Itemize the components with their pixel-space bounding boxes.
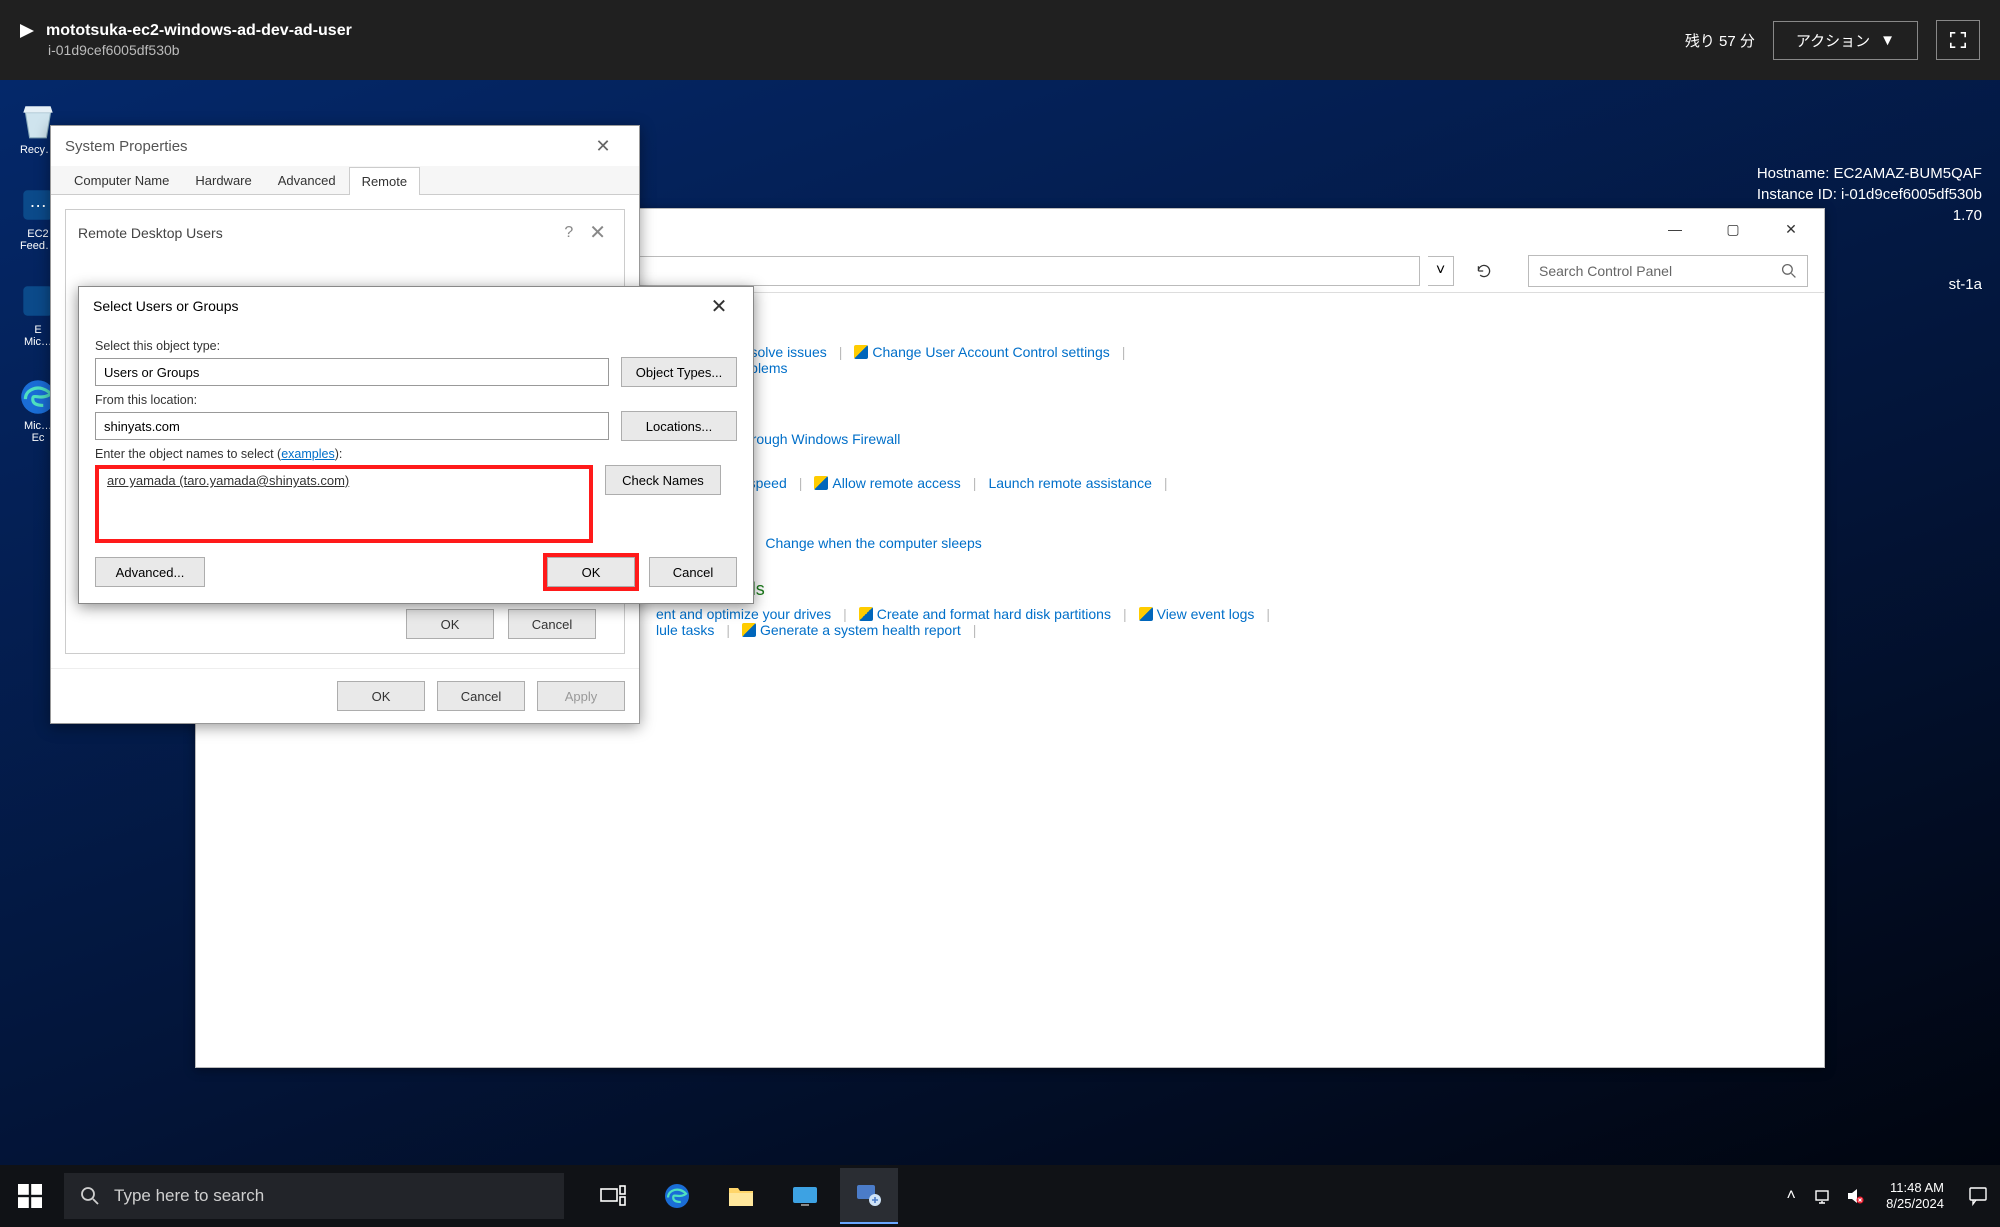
link-uac[interactable]: Change User Account Control settings: [872, 344, 1109, 360]
tab-advanced[interactable]: Advanced: [265, 166, 349, 194]
tray-notifications-icon[interactable]: [1964, 1182, 1992, 1210]
object-type-label: Select this object type:: [95, 339, 737, 353]
task-view-button[interactable]: [584, 1168, 642, 1224]
caret-down-icon: ▼: [1880, 32, 1895, 49]
location-input[interactable]: [95, 412, 609, 440]
sysprop-cancel-button[interactable]: Cancel: [437, 681, 525, 711]
shield-icon: [854, 345, 868, 359]
search-placeholder: Search Control Panel: [1539, 263, 1672, 279]
minimize-button[interactable]: —: [1646, 211, 1704, 247]
tray-volume-icon[interactable]: [1844, 1185, 1866, 1207]
shield-icon: [859, 607, 873, 621]
address-dropdown[interactable]: ˅: [1428, 256, 1454, 286]
action-label: アクション: [1796, 30, 1870, 51]
remote-desktop-users-title: Remote Desktop Users: [78, 225, 223, 241]
action-dropdown-button[interactable]: アクション ▼: [1773, 21, 1918, 60]
object-type-input[interactable]: [95, 358, 609, 386]
time-remaining: 残り 57 分: [1685, 30, 1755, 51]
system-properties-title: System Properties: [65, 138, 188, 155]
object-names-label: Enter the object names to select (exampl…: [95, 447, 737, 461]
search-icon: [80, 1186, 100, 1206]
rdu-ok-button[interactable]: OK: [406, 609, 494, 639]
maximize-button[interactable]: ▢: [1704, 211, 1762, 247]
sysprop-apply-button[interactable]: Apply: [537, 681, 625, 711]
close-button[interactable]: ✕: [1762, 211, 1820, 247]
select-users-title: Select Users or Groups: [93, 298, 239, 314]
link-optimize-drives[interactable]: ent and optimize your drives: [656, 606, 831, 622]
select-users-close-button[interactable]: ✕: [699, 294, 739, 319]
instance-id: i-01d9cef6005df530b: [48, 42, 352, 58]
rdu-close-button[interactable]: ✕: [583, 220, 612, 245]
category-maintenance: ntenance: [656, 317, 1784, 338]
check-names-button[interactable]: Check Names: [605, 465, 721, 495]
select-users-ok-button[interactable]: OK: [547, 557, 635, 587]
shield-icon: [742, 623, 756, 637]
tray-network-icon[interactable]: [1812, 1185, 1834, 1207]
control-panel-search[interactable]: Search Control Panel: [1528, 255, 1808, 287]
link-schedule-tasks[interactable]: lule tasks: [656, 622, 714, 638]
advanced-button[interactable]: Advanced...: [95, 557, 205, 587]
select-users-dialog: Select Users or Groups ✕ Select this obj…: [78, 286, 754, 604]
link-disk-partitions[interactable]: Create and format hard disk partitions: [877, 606, 1111, 622]
taskbar-system-properties-icon[interactable]: [840, 1168, 898, 1224]
locations-button[interactable]: Locations...: [621, 411, 737, 441]
taskbar-edge-icon[interactable]: [648, 1168, 706, 1224]
link-health-report[interactable]: Generate a system health report: [760, 622, 961, 638]
desktop: Recy… ⋯ EC2 Feed… E Mic… Mic… Ec Hostnam…: [0, 80, 2000, 1165]
taskbar-search-placeholder: Type here to search: [114, 1186, 264, 1206]
help-button[interactable]: ?: [554, 224, 583, 242]
examples-link[interactable]: examples: [281, 447, 335, 461]
start-button[interactable]: [0, 1165, 60, 1227]
taskbar-control-panel-icon[interactable]: [776, 1168, 834, 1224]
link-launch-remote-assist[interactable]: Launch remote assistance: [988, 475, 1151, 491]
location-label: From this location:: [95, 393, 737, 407]
select-users-cancel-button[interactable]: Cancel: [649, 557, 737, 587]
refresh-button[interactable]: [1468, 256, 1500, 286]
object-names-input[interactable]: aro yamada (taro.yamada@shinyats.com): [95, 465, 593, 543]
rdu-cancel-button[interactable]: Cancel: [508, 609, 596, 639]
play-icon: [20, 24, 34, 38]
tray-clock[interactable]: 11:48 AM 8/25/2024: [1886, 1180, 1944, 1211]
shield-icon: [814, 476, 828, 490]
sysprop-close-button[interactable]: ✕: [581, 131, 625, 161]
search-icon: [1781, 263, 1797, 279]
taskbar: Type here to search ˄ 11:48 AM 8/25/2024: [0, 1165, 2000, 1227]
category-firewall: er Firewall: [656, 404, 1784, 425]
taskbar-search[interactable]: Type here to search: [64, 1173, 564, 1219]
object-types-button[interactable]: Object Types...: [621, 357, 737, 387]
shield-icon: [1139, 607, 1153, 621]
taskbar-explorer-icon[interactable]: [712, 1168, 770, 1224]
tab-hardware[interactable]: Hardware: [182, 166, 264, 194]
tab-computer-name[interactable]: Computer Name: [61, 166, 182, 194]
link-allow-remote[interactable]: Allow remote access: [832, 475, 960, 491]
tray-chevron-up-icon[interactable]: ˄: [1780, 1185, 1802, 1207]
tab-remote[interactable]: Remote: [349, 167, 421, 195]
link-computer-sleeps[interactable]: Change when the computer sleeps: [765, 535, 981, 551]
fullscreen-button[interactable]: [1936, 20, 1980, 60]
session-name: mototsuka-ec2-windows-ad-dev-ad-user: [46, 22, 352, 40]
svg-text:⋯: ⋯: [30, 196, 47, 215]
category-admin-tools: istrative Tools: [656, 579, 1784, 600]
sysprop-ok-button[interactable]: OK: [337, 681, 425, 711]
link-event-logs[interactable]: View event logs: [1157, 606, 1255, 622]
